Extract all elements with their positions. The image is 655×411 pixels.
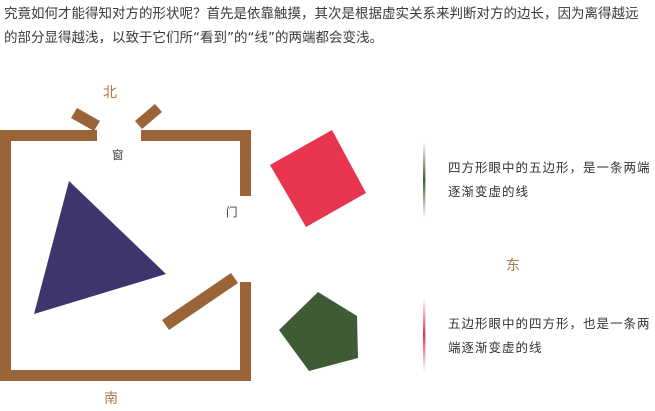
wall-right-lower xyxy=(240,282,251,380)
compass-east: 东 xyxy=(506,258,520,274)
window-shutter-right xyxy=(135,104,162,129)
door-panel xyxy=(162,273,238,330)
wall-bottom xyxy=(0,370,251,381)
triangle-shape xyxy=(34,181,166,314)
pentagon-seen-as-line xyxy=(423,142,426,218)
square-shape xyxy=(270,130,366,227)
window-shutter-left xyxy=(71,108,100,131)
compass-north: 北 xyxy=(103,85,117,101)
compass-south: 南 xyxy=(104,391,118,407)
caption-upper: 四方形眼中的五边形，是一条两端逐渐变虚的线 xyxy=(448,160,651,199)
wall-right-upper xyxy=(240,130,251,196)
door-label: 门 xyxy=(226,205,238,219)
wall-left xyxy=(0,130,11,380)
wall-top-left xyxy=(0,130,97,141)
square-seen-as-line xyxy=(423,298,426,372)
pentagon-shape xyxy=(279,292,358,371)
window-label: 窗 xyxy=(112,148,124,162)
caption-lower: 五边形眼中的四方形，也是一条两端逐渐变虚的线 xyxy=(448,316,651,355)
wall-top-right xyxy=(141,130,251,141)
